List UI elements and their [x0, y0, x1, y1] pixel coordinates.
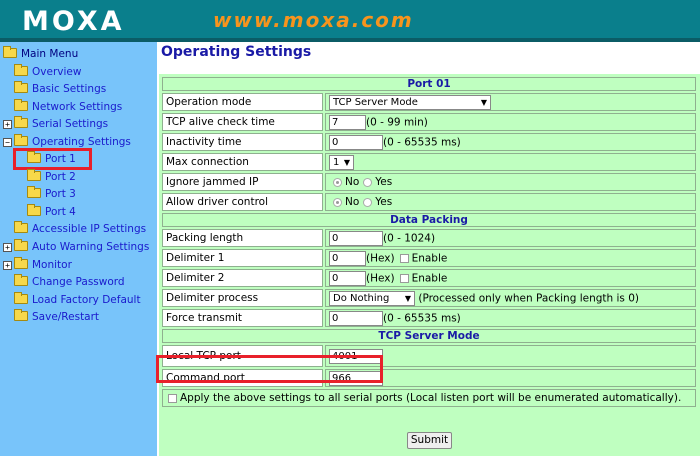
delimiter-2-hex: (Hex)	[366, 272, 395, 284]
row-delimiter-1: Delimiter 1 0 (Hex) Enable	[162, 249, 696, 267]
row-inactivity: Inactivity time 0 (0 - 65535 ms)	[162, 133, 696, 151]
inactivity-input[interactable]: 0	[329, 134, 383, 150]
delimiter-process-label: Delimiter process	[162, 289, 323, 307]
sidebar-item-basic-settings[interactable]: Basic Settings	[14, 81, 106, 97]
row-packing-length: Packing length 0 (0 - 1024)	[162, 229, 696, 247]
section-header-data-packing: Data Packing	[162, 213, 696, 227]
packing-length-input[interactable]: 0	[329, 230, 383, 246]
force-transmit-range: (0 - 65535 ms)	[383, 312, 461, 324]
allow-driver-no-radio[interactable]	[333, 197, 342, 207]
ignore-jammed-label: Ignore jammed IP	[162, 173, 323, 191]
delimiter-2-input[interactable]: 0	[329, 270, 366, 286]
folder-icon	[14, 292, 28, 304]
allow-driver-yes-radio[interactable]	[363, 197, 373, 207]
header-banner: MOXA www.moxa.com	[0, 0, 700, 42]
folder-icon	[14, 64, 28, 76]
folder-open-icon	[14, 134, 28, 146]
delimiter-1-hex: (Hex)	[366, 252, 395, 264]
sidebar-item-save-restart[interactable]: Save/Restart	[14, 309, 99, 325]
folder-icon	[14, 257, 28, 269]
sidebar-item-change-password[interactable]: Change Password	[14, 274, 125, 290]
folder-icon	[14, 309, 28, 321]
submit-button[interactable]: Submit	[407, 432, 452, 449]
sidebar-item-port-2[interactable]: Port 2	[27, 169, 76, 185]
delimiter-2-label: Delimiter 2	[162, 269, 323, 287]
operation-mode-label: Operation mode	[162, 93, 323, 111]
row-ignore-jammed: Ignore jammed IP No Yes	[162, 173, 696, 191]
page-title: Operating Settings	[161, 44, 312, 60]
folder-icon	[14, 221, 28, 233]
max-connection-label: Max connection	[162, 153, 323, 171]
section-header-tcp-server: TCP Server Mode	[162, 329, 696, 343]
port-1-highlight	[13, 148, 92, 170]
sidebar-item-auto-warning[interactable]: + Auto Warning Settings	[3, 239, 149, 255]
sidebar-item-network-settings[interactable]: Network Settings	[14, 99, 122, 115]
packing-length-label: Packing length	[162, 229, 323, 247]
sidebar-item-serial-settings[interactable]: + Serial Settings	[3, 116, 108, 132]
row-force-transmit: Force transmit 0 (0 - 65535 ms)	[162, 309, 696, 327]
max-connection-select[interactable]: 1 ▼	[329, 154, 354, 170]
folder-icon	[14, 81, 28, 93]
inactivity-range: (0 - 65535 ms)	[383, 136, 461, 148]
tcp-alive-label: TCP alive check time	[162, 113, 323, 131]
dropdown-arrow-icon: ▼	[343, 157, 350, 167]
folder-icon	[27, 204, 41, 216]
row-allow-driver: Allow driver control No Yes	[162, 193, 696, 211]
folder-icon	[14, 99, 28, 111]
folder-icon	[14, 116, 28, 128]
row-tcp-alive: TCP alive check time 7 (0 - 99 min)	[162, 113, 696, 131]
sidebar-item-overview[interactable]: Overview	[14, 64, 81, 80]
folder-icon	[27, 169, 41, 181]
apply-all-label: Apply the above settings to all serial p…	[180, 392, 682, 404]
sidebar-item-accessible-ip[interactable]: Accessible IP Settings	[14, 221, 146, 237]
row-apply-all: Apply the above settings to all serial p…	[162, 389, 696, 407]
row-delimiter-2: Delimiter 2 0 (Hex) Enable	[162, 269, 696, 287]
delimiter-1-input[interactable]: 0	[329, 250, 366, 266]
apply-all-cell: Apply the above settings to all serial p…	[162, 389, 696, 407]
dropdown-arrow-icon: ▼	[404, 293, 411, 303]
apply-all-checkbox[interactable]	[168, 393, 177, 403]
moxa-logo: MOXA	[22, 6, 125, 37]
ignore-jammed-no-radio[interactable]	[333, 177, 342, 187]
delimiter-process-note: (Processed only when Packing length is 0…	[418, 292, 640, 304]
folder-icon	[27, 186, 41, 198]
row-operation-mode: Operation mode TCP Server Mode ▼	[162, 93, 696, 111]
inactivity-label: Inactivity time	[162, 133, 323, 151]
section-header-port: Port 01	[162, 77, 696, 91]
expand-icon[interactable]: +	[3, 243, 12, 252]
sidebar-item-port-4[interactable]: Port 4	[27, 204, 76, 220]
delimiter-1-label: Delimiter 1	[162, 249, 323, 267]
sidebar-item-load-factory-default[interactable]: Load Factory Default	[14, 292, 141, 308]
ignore-jammed-yes-radio[interactable]	[363, 177, 373, 187]
tcp-alive-input[interactable]: 7	[329, 114, 366, 130]
operation-mode-select[interactable]: TCP Server Mode ▼	[329, 94, 491, 110]
sidebar-item-monitor[interactable]: + Monitor	[3, 257, 72, 273]
sidebar-item-main-menu[interactable]: Main Menu	[3, 46, 78, 62]
row-delimiter-process: Delimiter process Do Nothing ▼ (Processed…	[162, 289, 696, 307]
expand-icon[interactable]: +	[3, 120, 12, 129]
force-transmit-input[interactable]: 0	[329, 310, 383, 326]
website-tagline: www.moxa.com	[213, 8, 414, 32]
delimiter-2-enable-checkbox[interactable]	[399, 273, 409, 283]
folder-icon	[14, 274, 28, 286]
expand-icon[interactable]: +	[3, 261, 12, 270]
delimiter-process-select[interactable]: Do Nothing ▼	[329, 290, 415, 306]
delimiter-1-enable-checkbox[interactable]	[399, 253, 409, 263]
folder-icon	[14, 239, 28, 251]
force-transmit-label: Force transmit	[162, 309, 323, 327]
sidebar-item-port-3[interactable]: Port 3	[27, 186, 76, 202]
folder-open-icon	[3, 46, 17, 58]
allow-driver-label: Allow driver control	[162, 193, 323, 211]
local-tcp-port-highlight	[156, 355, 383, 383]
row-max-connection: Max connection 1 ▼	[162, 153, 696, 171]
tcp-alive-range: (0 - 99 min)	[366, 116, 428, 128]
dropdown-arrow-icon: ▼	[480, 97, 487, 107]
collapse-icon[interactable]: −	[3, 138, 12, 147]
packing-length-range: (0 - 1024)	[383, 232, 436, 244]
